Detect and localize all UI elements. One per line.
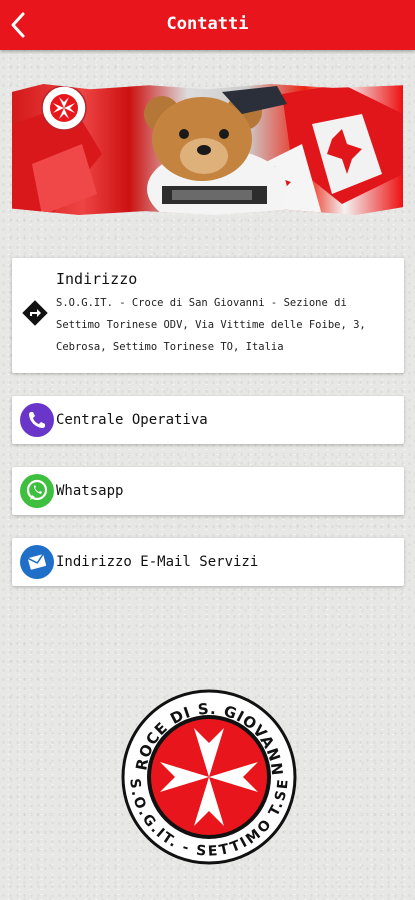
email-icon [20, 545, 54, 579]
contact-label: Centrale Operativa [56, 412, 208, 428]
contact-row-whatsapp[interactable]: Whatsapp [12, 467, 404, 515]
address-text: S.O.G.IT. - Croce di San Giovanni - Sezi… [56, 297, 366, 353]
app-header: Contatti [0, 0, 415, 50]
banner-image [12, 84, 403, 215]
contact-row-centrale-operativa[interactable]: Centrale Operativa [12, 396, 404, 444]
directions-icon [22, 300, 48, 326]
contact-label: Whatsapp [56, 483, 124, 499]
address-card[interactable]: Indirizzo S.O.G.IT. - Croce di San Giova… [12, 258, 404, 373]
address-title: Indirizzo [56, 270, 138, 288]
page-title: Contatti [166, 14, 249, 34]
phone-icon [20, 403, 54, 437]
whatsapp-icon [20, 474, 54, 508]
contact-row-email[interactable]: Indirizzo E-Mail Servizi [12, 538, 404, 586]
organization-logo: CROCE DI S. GIOVANNI S.O.G.IT. - SETTIMO… [114, 674, 298, 866]
contact-label: Indirizzo E-Mail Servizi [56, 554, 259, 570]
